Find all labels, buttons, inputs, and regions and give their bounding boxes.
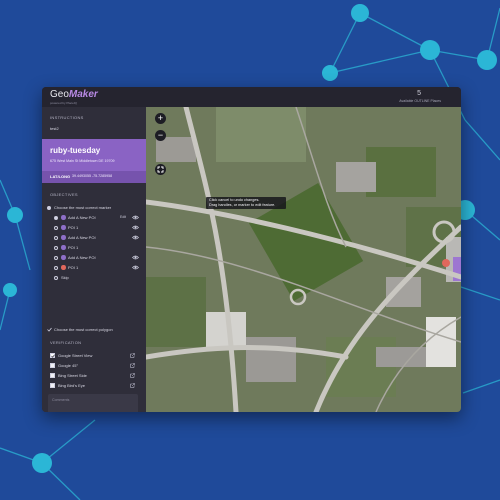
external-link-icon[interactable] <box>130 383 135 388</box>
marker-option-radio[interactable] <box>54 275 58 280</box>
sidebar: INSTRUCTIONS test2 ruby-tuesday 675 West… <box>42 107 146 412</box>
verification-label: Google 45° <box>58 363 79 368</box>
marker-option-row[interactable]: Add A New POI <box>42 233 146 242</box>
top-bar: GeoMaker powered by PlaceIQ 5 Available … <box>42 87 461 108</box>
objective-marker-radio[interactable] <box>47 205 51 210</box>
verification-option-row[interactable]: Google 45° <box>42 361 146 370</box>
objective-polygon-label: Choose the most correct polygon <box>54 327 113 332</box>
zoom-out-button[interactable]: − <box>155 130 166 141</box>
location-name: ruby-tuesday <box>50 146 101 155</box>
comments-placeholder: Comments <box>52 398 70 402</box>
marker-option-row[interactable]: POI 1 <box>42 223 146 232</box>
instructions-heading: INSTRUCTIONS <box>50 115 84 120</box>
verification-checkbox[interactable] <box>50 363 55 368</box>
external-link-icon[interactable] <box>130 353 135 358</box>
verification-checkbox[interactable] <box>50 353 55 359</box>
marker-option-radio[interactable] <box>54 265 58 270</box>
marker-color-dot <box>61 225 66 230</box>
edit-tooltip: Click cancel to undo changes. Drag handl… <box>206 197 286 209</box>
satellite-imagery <box>146 107 461 412</box>
external-link-icon[interactable] <box>130 363 135 368</box>
fullscreen-icon <box>157 166 164 173</box>
marker-option-radio[interactable] <box>54 255 58 260</box>
marker-option-label: POI 1 <box>68 225 79 230</box>
eye-icon[interactable] <box>132 215 139 220</box>
verification-label: Google Street View <box>58 353 93 358</box>
app-window: GeoMaker powered by PlaceIQ 5 Available … <box>42 87 461 412</box>
fullscreen-button[interactable] <box>155 164 166 175</box>
verification-heading: VERIFICATION <box>50 340 82 345</box>
zoom-in-button[interactable]: + <box>155 113 166 124</box>
logo-geo-text: Geo <box>50 89 69 100</box>
verification-checkbox[interactable] <box>50 383 55 388</box>
latlong-bar: LAT/LONG 39.4493055 -75.7285958 <box>42 171 146 183</box>
objective-marker-row[interactable]: Choose the most correct marker <box>42 203 146 212</box>
marker-option-row[interactable]: POI 1 <box>42 243 146 252</box>
marker-option-radio[interactable] <box>54 215 58 220</box>
objective-marker-label: Choose the most correct marker <box>54 205 112 210</box>
marker-color-dot <box>61 265 66 270</box>
eye-icon[interactable] <box>132 235 139 240</box>
verification-checkbox[interactable] <box>50 373 55 378</box>
instructions-value: test2 <box>50 126 59 131</box>
verification-option-row[interactable]: Google Street View <box>42 351 146 360</box>
marker-option-radio[interactable] <box>54 225 58 230</box>
marker-option-row[interactable]: POI 1 <box>42 263 146 272</box>
logo-maker-text: Maker <box>68 89 98 100</box>
location-card: ruby-tuesday 675 West Main St Middletown… <box>42 139 146 183</box>
marker-color-dot <box>61 235 66 240</box>
tooltip-line-2: Drag handles, or marker to edit feature. <box>209 202 276 207</box>
marker-option-label: Skip <box>61 275 69 280</box>
eye-icon[interactable] <box>132 255 139 260</box>
satellite-map[interactable]: + − Click cancel to undo changes. Drag h… <box>146 107 461 412</box>
verification-option-row[interactable]: Bing Street Side <box>42 371 146 380</box>
marker-color-dot <box>61 255 66 260</box>
marker-option-radio[interactable] <box>54 235 58 240</box>
marker-option-row[interactable]: Add A New POI <box>42 253 146 262</box>
latlong-value: 39.4493055 -75.7285958 <box>72 174 113 179</box>
marker-option-row[interactable]: Skip <box>42 273 146 282</box>
marker-option-label: POI 1 <box>68 245 79 250</box>
marker-option-label: Add A New POI <box>68 215 96 220</box>
eye-icon[interactable] <box>132 265 139 270</box>
marker-edit-link[interactable]: Edit <box>120 215 126 219</box>
objective-polygon-row[interactable]: Choose the most correct polygon <box>42 325 146 334</box>
marker-color-dot <box>61 245 66 250</box>
verification-label: Bing Bird's Eye <box>58 383 85 388</box>
check-icon <box>47 327 52 332</box>
verification-label: Bing Street Side <box>58 373 87 378</box>
marker-option-row[interactable]: Add A New POI Edit <box>42 213 146 222</box>
latlong-label: LAT/LONG <box>50 174 71 179</box>
comments-field[interactable]: Comments <box>48 394 138 412</box>
checkmark-icon <box>51 354 55 359</box>
available-poi-caption: Available OUTLINE Places <box>399 99 441 103</box>
verification-option-row[interactable]: Bing Bird's Eye <box>42 381 146 390</box>
marker-color-dot <box>61 215 66 220</box>
objectives-heading: OBJECTIVES <box>50 192 78 197</box>
available-poi-count: 5 <box>417 90 421 97</box>
logo-subtitle: powered by PlaceIQ <box>50 101 78 105</box>
marker-option-label: Add A New POI <box>68 235 96 240</box>
marker-option-label: Add A New POI <box>68 255 96 260</box>
external-link-icon[interactable] <box>130 373 135 378</box>
location-address: 675 West Main St Middletown DE 19709 <box>50 159 115 163</box>
marker-option-label: POI 1 <box>68 265 79 270</box>
marker-option-radio[interactable] <box>54 245 58 250</box>
eye-icon[interactable] <box>132 225 139 230</box>
geomaker-logo: GeoMaker <box>50 90 98 100</box>
